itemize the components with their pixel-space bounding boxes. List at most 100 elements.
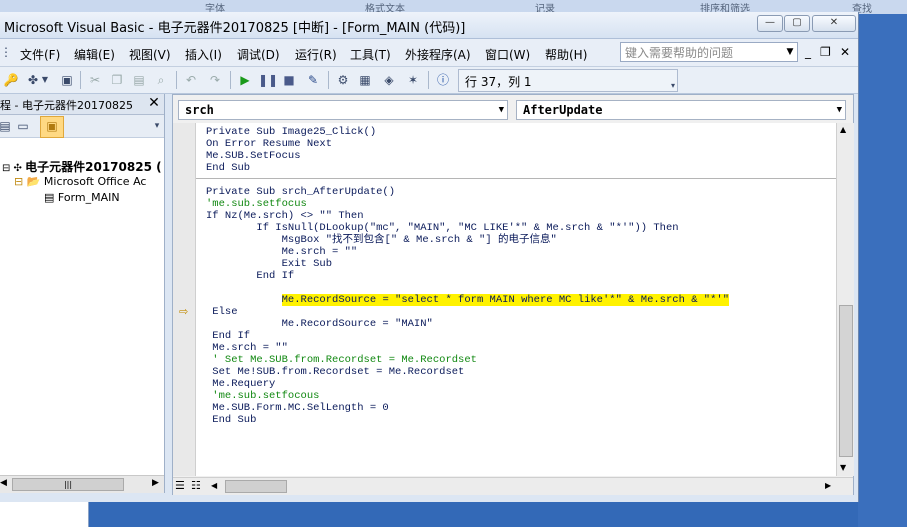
- chevron-down-icon[interactable]: ▼: [784, 43, 796, 61]
- tree-item-project[interactable]: ⊟ ✣ 电子元器件20170825 (: [2, 158, 162, 175]
- code-line[interactable]: Exit Sub: [206, 258, 332, 270]
- menu-view[interactable]: 视图(V): [129, 46, 171, 63]
- scroll-down-icon[interactable]: ▼: [840, 463, 846, 472]
- vbe-window: Microsoft Visual Basic - 电子元器件20170825 […: [0, 12, 859, 502]
- toolbar-separator: [80, 71, 81, 89]
- menu-run[interactable]: 运行(R): [295, 46, 337, 63]
- indicator-margin[interactable]: ⇨: [173, 123, 196, 476]
- menu-insert[interactable]: 插入(I): [185, 46, 222, 63]
- procedure-separator: [196, 178, 836, 179]
- undo-icon[interactable]: ↶: [182, 71, 200, 89]
- scroll-left-icon[interactable]: ◀: [211, 481, 217, 490]
- bg-tab-find: 查找: [852, 4, 872, 15]
- code-line[interactable]: ' Set Me.SUB.from.Recordset = Me.Records…: [206, 354, 477, 366]
- close-button[interactable]: ✕: [812, 15, 856, 32]
- full-module-view-icon[interactable]: ☷: [191, 479, 201, 492]
- code-line[interactable]: 'me.sub.setfocous: [206, 390, 319, 402]
- code-line[interactable]: End Sub: [206, 414, 256, 426]
- code-line[interactable]: End If: [206, 270, 294, 282]
- run-icon[interactable]: ▶: [236, 71, 254, 89]
- project-horizontal-scrollbar[interactable]: ◀ ||| ▶: [0, 475, 164, 493]
- code-line[interactable]: End Sub: [206, 162, 250, 174]
- properties-window-icon[interactable]: ▦: [356, 71, 374, 89]
- find-icon[interactable]: ⌕: [152, 71, 170, 89]
- menu-debug[interactable]: 调试(D): [237, 46, 280, 63]
- menu-file[interactable]: 文件(F): [20, 46, 60, 63]
- code-line[interactable]: Me.Requery: [206, 378, 275, 390]
- reset-icon[interactable]: ■: [280, 71, 298, 89]
- paste-icon[interactable]: ▤: [130, 71, 148, 89]
- mdi-restore-button[interactable]: ❐: [820, 45, 831, 59]
- close-icon[interactable]: ✕: [146, 95, 162, 111]
- code-line[interactable]: Me.RecordSource = "select * form MAIN wh…: [206, 294, 729, 306]
- code-line[interactable]: MsgBox "找不到包含[" & Me.srch & "] 的电子信息": [206, 234, 557, 246]
- project-explorer-icon[interactable]: ⚙: [334, 71, 352, 89]
- menu-tools[interactable]: 工具(T): [350, 46, 391, 63]
- code-line[interactable]: Me.SUB.Form.MC.SelLength = 0: [206, 402, 388, 414]
- tree-item-form-main[interactable]: ▤ Form_MAIN: [44, 191, 120, 204]
- chevron-down-icon[interactable]: ▾: [148, 117, 166, 135]
- menu-addins[interactable]: 外接程序(A): [405, 46, 471, 63]
- procedure-view-icon[interactable]: ☰: [175, 479, 185, 492]
- design-mode-icon[interactable]: ✎: [304, 71, 322, 89]
- code-vertical-scrollbar[interactable]: ▲ ▼: [836, 123, 854, 476]
- scroll-thumb[interactable]: [225, 480, 287, 493]
- code-line[interactable]: Me.SUB.SetFocus: [206, 150, 301, 162]
- collapse-icon[interactable]: ⊟ ✣: [2, 163, 25, 174]
- bg-tab-sort: 排序和筛选: [700, 4, 750, 15]
- menu-window[interactable]: 窗口(W): [485, 46, 530, 63]
- restore-button[interactable]: ▢: [784, 15, 810, 32]
- menu-help[interactable]: 帮助(H): [545, 46, 587, 63]
- minimize-button[interactable]: —: [757, 15, 783, 32]
- code-line[interactable]: Else: [206, 306, 237, 318]
- code-line[interactable]: Me.srch = "": [206, 342, 288, 354]
- help-icon[interactable]: ⓘ: [434, 71, 452, 89]
- chevron-down-icon[interactable]: ▼: [837, 101, 842, 119]
- mdi-minimize-button[interactable]: _: [805, 45, 811, 59]
- code-line[interactable]: End If: [206, 330, 250, 342]
- code-line[interactable]: Private Sub Image25_Click(): [206, 126, 376, 138]
- view-object-icon[interactable]: ▭: [14, 117, 32, 135]
- object-browser-icon[interactable]: ◈: [380, 71, 398, 89]
- scroll-right-icon[interactable]: ▶: [152, 478, 159, 488]
- toolbox-icon[interactable]: ✶: [404, 71, 422, 89]
- toggle-folders-icon[interactable]: ▣: [40, 116, 64, 138]
- break-icon[interactable]: ❚❚: [258, 71, 278, 89]
- redo-icon[interactable]: ↷: [206, 71, 224, 89]
- code-line[interactable]: If Nz(Me.srch) <> "" Then: [206, 210, 364, 222]
- procedure-combo[interactable]: AfterUpdate ▼: [516, 100, 846, 120]
- execution-arrow-icon: ⇨: [179, 305, 189, 318]
- chevron-down-icon[interactable]: ▼: [499, 101, 504, 119]
- cut-icon[interactable]: ✂: [86, 71, 104, 89]
- access-view-icon[interactable]: 🔑: [2, 71, 20, 89]
- view-code-icon[interactable]: ▤: [0, 117, 14, 135]
- code-line[interactable]: 'me.sub.setfocus: [206, 198, 307, 210]
- code-bottom-bar: ☰ ☷ ◀ ▶: [173, 477, 853, 495]
- code-line[interactable]: Me.srch = "": [206, 246, 358, 258]
- scroll-left-icon[interactable]: ◀: [0, 478, 7, 488]
- chevron-down-icon[interactable]: ▼: [40, 71, 50, 89]
- save-icon[interactable]: ▣: [58, 71, 76, 89]
- scroll-thumb[interactable]: |||: [12, 478, 124, 491]
- form-module-icon: ▤: [44, 191, 58, 204]
- code-line[interactable]: Private Sub srch_AfterUpdate(): [206, 186, 395, 198]
- scroll-right-icon[interactable]: ▶: [825, 481, 831, 490]
- toolbar-options-icon[interactable]: ▾: [668, 77, 678, 95]
- cursor-position-box: 行 37，列 1: [458, 69, 678, 92]
- code-line[interactable]: If IsNull(DLookup("mc", "MAIN", "MC LIKE…: [206, 222, 678, 234]
- code-editor[interactable]: Private Sub Image25_Click() On Error Resu…: [196, 123, 836, 476]
- object-combo[interactable]: srch ▼: [178, 100, 508, 120]
- code-window: srch ▼ AfterUpdate ▼ ⇨ Private Sub Image25…: [172, 94, 854, 495]
- host-bottom-area: [0, 502, 858, 527]
- copy-icon[interactable]: ❐: [108, 71, 126, 89]
- help-search-input[interactable]: 键入需要帮助的问题: [620, 42, 798, 62]
- code-line[interactable]: Set Me!SUB.from.Recordset = Me.Recordset: [206, 366, 464, 378]
- tree-item-objects-folder[interactable]: ⊟ 📂 Microsoft Office Ac: [14, 175, 146, 188]
- menu-edit[interactable]: 编辑(E): [74, 46, 115, 63]
- scroll-up-icon[interactable]: ▲: [840, 125, 846, 134]
- mdi-close-button[interactable]: ✕: [840, 45, 850, 59]
- title-bar: Microsoft Visual Basic - 电子元器件20170825 […: [0, 12, 858, 39]
- code-line[interactable]: Me.RecordSource = "MAIN": [206, 318, 433, 330]
- scroll-thumb[interactable]: [839, 305, 853, 457]
- code-line[interactable]: On Error Resume Next: [206, 138, 332, 150]
